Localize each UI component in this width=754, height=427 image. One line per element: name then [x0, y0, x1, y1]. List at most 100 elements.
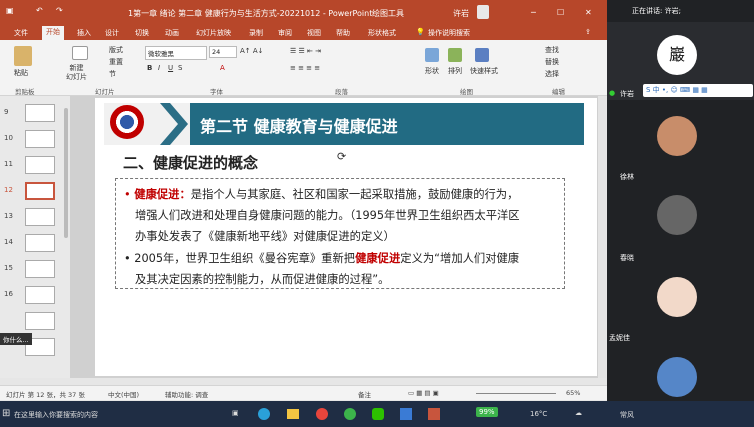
notes-button[interactable]: 备注	[358, 389, 371, 399]
slide-subtitle[interactable]: 二、健康促进的概念	[123, 152, 258, 173]
tooltip-fragment: 你什么...	[0, 333, 32, 345]
temperature: 16°C	[530, 410, 548, 418]
strikethrough-button[interactable]: S	[178, 64, 182, 72]
arrange-button[interactable]: 排列	[448, 66, 462, 76]
minimize-button[interactable]: ─	[531, 8, 536, 17]
tab-slideshow[interactable]: 幻灯片放映	[196, 28, 231, 38]
app-icon[interactable]	[400, 408, 412, 420]
zoom-level[interactable]: 65%	[566, 389, 580, 397]
layout-button[interactable]: 版式	[109, 45, 123, 55]
meeting-panel: 正在讲话: 许岩; 巖 ● 许岩 S 中 •, ☺ ⌨ ▦ ▦ 徐林 春晓 孟妮…	[607, 0, 754, 401]
slide-count: 幻灯片 第 12 张，共 37 张	[6, 391, 85, 399]
app-icon[interactable]	[344, 408, 356, 420]
tab-shape-format[interactable]: 形状格式	[368, 28, 396, 38]
accessibility-status[interactable]: 辅助功能: 调查	[165, 389, 208, 399]
paste-button[interactable]: 粘贴	[14, 68, 28, 78]
select-button[interactable]: 选择	[545, 69, 559, 79]
quick-styles-button[interactable]: 快速样式	[470, 66, 498, 76]
share-icon[interactable]: ⇪	[585, 28, 591, 36]
new-slide-button[interactable]: 新建 幻灯片	[66, 64, 87, 82]
group-clipboard: 剪贴板	[15, 88, 35, 96]
thumbnail[interactable]	[25, 286, 55, 304]
participant-avatar	[657, 277, 697, 317]
user-name[interactable]: 许岩	[453, 8, 469, 19]
bold-button[interactable]: B	[147, 64, 152, 72]
tab-insert[interactable]: 插入	[77, 28, 91, 38]
taskbar-user: 常风	[620, 411, 634, 419]
term-health-promotion-red: 健康促进	[355, 252, 401, 265]
wechat-icon[interactable]	[372, 408, 384, 420]
italic-button[interactable]: I	[158, 64, 160, 72]
align-icons[interactable]: ≡ ≡ ≡ ≡	[290, 64, 320, 72]
battery-indicator[interactable]: 99%	[476, 407, 498, 417]
language-status[interactable]: 中文(中国)	[108, 389, 139, 399]
thumbnail[interactable]	[25, 312, 55, 330]
participant-name: 孟妮佳	[609, 334, 630, 342]
shape-button[interactable]: 形状	[425, 66, 439, 76]
chrome-icon[interactable]	[316, 408, 328, 420]
tell-me-search[interactable]: 操作说明搜索	[428, 28, 470, 38]
tab-transitions[interactable]: 切换	[135, 28, 149, 38]
tab-help[interactable]: 帮助	[336, 28, 350, 38]
replace-button[interactable]: 替换	[545, 57, 559, 67]
thumbnail[interactable]	[25, 208, 55, 226]
redo-icon[interactable]: ↷	[56, 6, 63, 15]
slide-vscroll[interactable]	[598, 96, 606, 378]
underline-button[interactable]: U	[168, 64, 173, 72]
thumbnail[interactable]	[25, 104, 55, 122]
thumbnail[interactable]	[25, 156, 55, 174]
thumb-number: 15	[4, 264, 13, 272]
bullet-1-text: 是指个人与其家庭、社区和国家一起采取措施，鼓励健康的行为，	[190, 188, 519, 201]
font-grow-icon[interactable]: A↑ A↓	[240, 47, 264, 55]
undo-icon[interactable]: ↶	[36, 6, 43, 15]
edge-icon[interactable]	[258, 408, 270, 420]
input-method-toolbar[interactable]: S 中 •, ☺ ⌨ ▦ ▦	[643, 84, 753, 97]
arrange-icon[interactable]	[448, 48, 462, 62]
tab-home[interactable]: 开始	[42, 26, 64, 40]
school-logo	[110, 105, 144, 139]
tab-animations[interactable]: 动画	[165, 28, 179, 38]
thumb-number: 9	[4, 108, 9, 116]
maximize-button[interactable]: ☐	[557, 8, 564, 17]
font-size-select[interactable]: 24	[209, 46, 237, 58]
font-name-select[interactable]: 微软雅黑	[145, 46, 207, 60]
shape-icon[interactable]	[425, 48, 439, 62]
autosave-icon[interactable]: ▣	[6, 6, 14, 15]
find-button[interactable]: 查找	[545, 45, 559, 55]
explorer-icon[interactable]	[287, 409, 299, 419]
paste-icon[interactable]	[14, 46, 32, 66]
view-buttons-icon[interactable]: ▭ ▦ ▤ ▣	[408, 389, 439, 397]
tab-view[interactable]: 视图	[307, 28, 321, 38]
quick-styles-icon[interactable]	[475, 48, 489, 62]
thumbnail[interactable]	[25, 130, 55, 148]
tab-review[interactable]: 审阅	[278, 28, 292, 38]
bullets-icon[interactable]: ☰ ☰ ⇤ ⇥	[290, 47, 321, 55]
thumbnail-selected[interactable]	[25, 182, 55, 200]
tab-file[interactable]: 文件	[14, 28, 28, 38]
rotate-handle-icon[interactable]: ⟳	[337, 150, 346, 163]
font-color-button[interactable]: A	[220, 64, 225, 72]
thumbnail[interactable]	[25, 234, 55, 252]
zoom-slider[interactable]	[476, 393, 556, 394]
new-slide-icon[interactable]	[72, 46, 88, 60]
weather-icon[interactable]: ☁	[575, 409, 582, 417]
user-avatar[interactable]	[477, 5, 489, 19]
close-button[interactable]: ✕	[585, 8, 592, 17]
tab-record[interactable]: 录制	[249, 28, 263, 38]
section-button[interactable]: 节	[109, 69, 116, 79]
powerpoint-icon[interactable]	[428, 408, 440, 420]
bullet-1[interactable]: • 健康促进：是指个人与其家庭、社区和国家一起采取措施，鼓励健康的行为， 增强人…	[124, 184, 520, 247]
bullet-marker: •	[124, 188, 135, 201]
thumbnail-scrollbar[interactable]	[64, 108, 68, 238]
mic-icon[interactable]: ●	[609, 89, 615, 97]
taskview-icon[interactable]: ▣	[232, 409, 239, 417]
taskbar-search[interactable]: 在这里输入你要搜索的内容	[14, 410, 98, 420]
start-icon[interactable]: ⊞	[2, 408, 10, 419]
bullet-2[interactable]: • 2005年，世界卫生组织《曼谷宪章》重新把健康促进定义为“增加人们对健康 及…	[124, 248, 519, 290]
thumbnail[interactable]	[25, 260, 55, 278]
tell-me-icon[interactable]: 💡	[416, 28, 425, 36]
slide-title[interactable]: 第二节 健康教育与健康促进	[200, 113, 398, 137]
tab-design[interactable]: 设计	[105, 28, 119, 38]
reset-button[interactable]: 重置	[109, 57, 123, 67]
header-arrow	[160, 103, 188, 145]
